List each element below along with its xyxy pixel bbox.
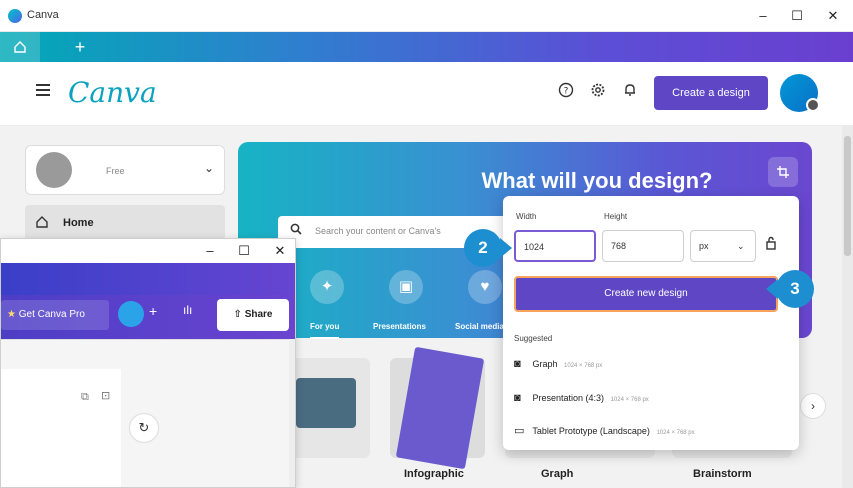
editor-maximize-button[interactable]: ☐: [233, 241, 255, 261]
category-for-you-label[interactable]: For you: [310, 322, 340, 339]
get-canva-pro-button[interactable]: ★ Get Canva Pro: [1, 300, 109, 330]
category-presentations-button[interactable]: ▣: [389, 270, 423, 304]
sidebar-item-label: Home: [63, 217, 94, 229]
maximize-button[interactable]: ☐: [786, 6, 808, 26]
step-badge-2: 2: [464, 229, 502, 267]
suggestion-name: Graph: [532, 359, 558, 369]
card-label-graph[interactable]: Graph: [541, 468, 573, 480]
suggestion-name: Tablet Prototype (Landscape): [532, 426, 650, 436]
editor-tabbar: [1, 263, 295, 295]
canva-screen: Canva – ☐ ✕ + Canva ? Create a design Fr…: [0, 0, 853, 488]
new-tab-button[interactable]: +: [70, 32, 90, 62]
get-pro-label: Get Canva Pro: [18, 309, 85, 320]
tab-bar: +: [0, 32, 853, 62]
notifications-bell-icon[interactable]: [620, 82, 640, 102]
sidebar-item-home[interactable]: Home: [25, 205, 225, 241]
category-for-you-button[interactable]: ✦: [310, 270, 344, 304]
chevron-down-icon: ⌄: [204, 161, 215, 175]
minimize-button[interactable]: –: [752, 6, 774, 26]
card-label-brainstorm[interactable]: Brainstorm: [693, 468, 752, 480]
account-avatar: [36, 152, 72, 188]
home-tab[interactable]: [0, 32, 40, 62]
hero-title: What will you design?: [481, 168, 713, 193]
search-placeholder: Search your content or Canva's: [315, 226, 441, 236]
step-badge-3-pointer: [766, 279, 778, 299]
editor-titlebar: – ☐ ✕: [1, 239, 295, 263]
canva-logo-icon: [8, 9, 22, 23]
main-scrollbar[interactable]: [842, 126, 853, 488]
window-title: Canva: [27, 9, 59, 21]
share-button[interactable]: ⇧ Share: [217, 299, 289, 331]
unit-value: px: [699, 241, 709, 251]
settings-gear-icon[interactable]: [588, 82, 608, 102]
scrollbar-thumb[interactable]: [844, 136, 851, 256]
editor-page[interactable]: [1, 369, 121, 487]
carousel-next-button[interactable]: ›: [800, 393, 826, 419]
infographic-thumbnail: [395, 346, 485, 470]
window-titlebar: Canva – ☐ ✕: [0, 0, 853, 32]
editor-minimize-button[interactable]: –: [199, 241, 221, 261]
svg-text:?: ?: [564, 87, 569, 97]
category-presentations-label[interactable]: Presentations: [373, 322, 426, 331]
category-social-media-label[interactable]: Social media: [455, 322, 503, 331]
app-header: Canva ? Create a design: [0, 62, 853, 126]
editor-window: – ☐ ✕ ★ Get Canva Pro + ılı ⇧ Share ⧉ ⊡ …: [0, 238, 296, 488]
height-input[interactable]: 768: [602, 230, 684, 262]
share-label: Share: [244, 309, 273, 320]
account-plan: Free: [106, 166, 125, 176]
step-badge-3: 3: [776, 270, 814, 308]
insights-chart-icon[interactable]: ılı: [183, 303, 192, 317]
hamburger-menu-icon[interactable]: [36, 84, 50, 98]
suggestion-dims: 1024 × 768 px: [610, 397, 649, 403]
suggestion-name: Presentation (4:3): [532, 393, 605, 403]
width-label: Width: [516, 212, 537, 221]
editor-close-button[interactable]: ✕: [269, 241, 291, 261]
tablet-icon: ▭: [514, 425, 525, 437]
close-button[interactable]: ✕: [822, 6, 844, 26]
category-social-media-button[interactable]: ♥: [468, 270, 502, 304]
suggestion-dims: 1024 × 768 px: [564, 363, 603, 369]
home-icon: [14, 41, 26, 53]
account-switcher[interactable]: Free ⌄: [25, 145, 225, 195]
height-label: Height: [604, 212, 628, 221]
add-collaborator-button[interactable]: +: [149, 303, 157, 319]
suggestion-presentation[interactable]: ◙ Presentation (4:3) 1024 × 768 px: [514, 392, 784, 416]
suggestion-graph[interactable]: ◙ Graph 1024 × 768 px: [514, 358, 784, 382]
avatar-status-dot: [806, 98, 820, 112]
template-thumbnail: [296, 378, 356, 428]
refresh-icon[interactable]: ↻: [129, 413, 159, 443]
search-icon: [290, 223, 302, 238]
suggestion-dims: 1024 × 768 px: [656, 430, 695, 436]
home-icon: [36, 216, 48, 228]
suggested-heading: Suggested: [514, 334, 553, 343]
duplicate-page-icon[interactable]: ⧉: [81, 391, 89, 404]
template-card-infographic[interactable]: [390, 346, 485, 470]
add-page-icon[interactable]: ⊡: [101, 389, 110, 402]
step-badge-2-pointer: [500, 238, 512, 258]
resize-crop-icon[interactable]: [768, 157, 798, 187]
lock-aspect-icon[interactable]: [765, 236, 777, 253]
width-input[interactable]: 1024: [514, 230, 596, 262]
editor-scrollbar[interactable]: [289, 339, 295, 487]
help-icon[interactable]: ?: [556, 82, 576, 102]
create-a-design-button[interactable]: Create a design: [654, 76, 768, 110]
share-icon: ⇧: [233, 309, 242, 320]
editor-avatar[interactable]: [118, 301, 144, 327]
unit-select[interactable]: px ⌄: [690, 230, 756, 262]
camera-icon: ◙: [514, 392, 521, 404]
suggestion-tablet-prototype[interactable]: ▭ Tablet Prototype (Landscape) 1024 × 76…: [514, 424, 784, 448]
canva-brand-logo[interactable]: Canva: [68, 76, 157, 109]
chevron-down-icon: ⌄: [737, 241, 745, 251]
create-new-design-button[interactable]: Create new design: [514, 276, 778, 312]
camera-icon: ◙: [514, 358, 521, 370]
card-label-infographic[interactable]: Infographic: [404, 468, 464, 480]
